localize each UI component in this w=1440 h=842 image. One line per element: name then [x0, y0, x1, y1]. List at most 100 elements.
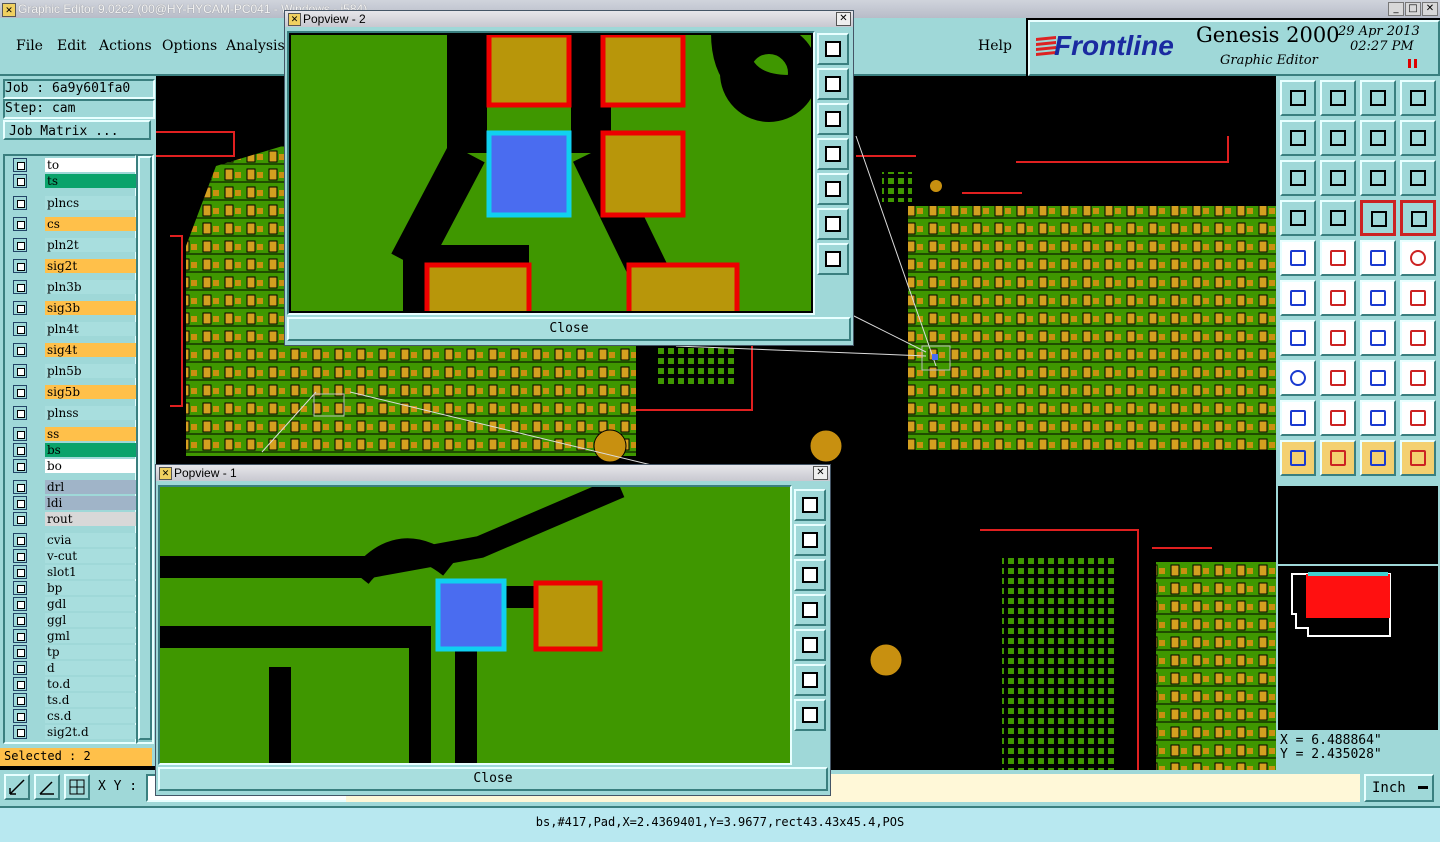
toolbar-button-route[interactable] — [1400, 440, 1436, 476]
toolbar-button-undo[interactable] — [1360, 120, 1396, 156]
layer-row-ts[interactable]: ts — [13, 174, 137, 188]
layer-row-ss[interactable]: ss — [13, 427, 137, 441]
toolbar-button-measure[interactable] — [1360, 240, 1396, 276]
layer-row-gdl[interactable]: gdl — [13, 597, 137, 611]
toolbar-button-arc[interactable] — [1360, 320, 1396, 356]
popview-2-tool-button-2[interactable] — [817, 68, 849, 100]
layer-checkbox[interactable] — [13, 496, 27, 510]
layer-checkbox[interactable] — [13, 406, 27, 420]
menu-analysis[interactable]: Analysis — [226, 38, 285, 54]
popview-2-tool-button-7[interactable] — [817, 243, 849, 275]
job-matrix-button[interactable]: Job Matrix ... — [3, 120, 151, 140]
layer-row-pln2t[interactable]: pln2t — [13, 238, 137, 252]
close-window-button[interactable]: ✕ — [1422, 2, 1438, 16]
layer-list-scrollbar[interactable] — [136, 154, 154, 744]
layer-row-pln4t[interactable]: pln4t — [13, 322, 137, 336]
popview-2-tool-button-5[interactable] — [817, 173, 849, 205]
toolbar-button-arch[interactable] — [1320, 400, 1356, 436]
toolbar-button-net[interactable] — [1280, 280, 1316, 316]
layer-checkbox[interactable] — [13, 677, 27, 691]
menu-file[interactable]: File — [16, 38, 43, 54]
toolbar-button-zoom-back[interactable] — [1280, 120, 1316, 156]
layer-row-plncs[interactable]: plncs — [13, 196, 137, 210]
toolbar-button-select[interactable] — [1280, 440, 1316, 476]
layer-checkbox[interactable] — [13, 322, 27, 336]
maximize-button[interactable]: □ — [1405, 2, 1421, 16]
popview-2-tool-button-6[interactable] — [817, 208, 849, 240]
layer-row-bs[interactable]: bs — [13, 443, 137, 457]
layer-checkbox[interactable] — [13, 549, 27, 563]
layer-row-pln3b[interactable]: pln3b — [13, 280, 137, 294]
layer-row-bp[interactable]: bp — [13, 581, 137, 595]
layer-checkbox[interactable] — [13, 343, 27, 357]
toolbar-button-select3[interactable] — [1360, 440, 1396, 476]
toolbar-button-layer[interactable] — [1360, 200, 1396, 236]
layer-checkbox[interactable] — [13, 385, 27, 399]
toolbar-button-select2[interactable] — [1320, 440, 1356, 476]
toolbar-button-triangle[interactable] — [1280, 400, 1316, 436]
layer-row-drl[interactable]: drl — [13, 480, 137, 494]
popview-2-canvas[interactable] — [287, 31, 815, 315]
layer-row-to[interactable]: to — [13, 158, 137, 172]
toolbar-button-link[interactable] — [1360, 280, 1396, 316]
popview-1-close-icon[interactable]: ✕ — [813, 466, 828, 480]
selected-pad[interactable] — [435, 578, 507, 652]
toolbar-button-scale[interactable] — [1360, 160, 1396, 196]
layer-row-ggl[interactable]: ggl — [13, 613, 137, 627]
popview-1-tool-button-5[interactable] — [794, 629, 826, 661]
layer-row-tp[interactable]: tp — [13, 645, 137, 659]
layer-checkbox[interactable] — [13, 280, 27, 294]
layer-checkbox[interactable] — [13, 565, 27, 579]
layer-checkbox[interactable] — [13, 480, 27, 494]
layer-checkbox[interactable] — [13, 301, 27, 315]
layer-row-sig2t.d[interactable]: sig2t.d — [13, 725, 137, 739]
toolbar-button-window[interactable] — [1400, 80, 1436, 116]
layer-row-v-cut[interactable]: v-cut — [13, 549, 137, 563]
layer-row-sig3b[interactable]: sig3b — [13, 301, 137, 315]
layer-row-gml[interactable]: gml — [13, 629, 137, 643]
layer-checkbox[interactable] — [13, 459, 27, 473]
layer-checkbox[interactable] — [13, 512, 27, 526]
toolbar-button-arch2[interactable] — [1360, 400, 1396, 436]
toolbar-button-fit[interactable] — [1280, 160, 1316, 196]
popview-1-tool-button-1[interactable] — [794, 489, 826, 521]
popview-1-tool-button-3[interactable] — [794, 559, 826, 591]
popview-1-tool-button-6[interactable] — [794, 664, 826, 696]
measure-tool-button[interactable] — [34, 774, 60, 800]
layer-checkbox[interactable] — [13, 661, 27, 675]
toolbar-button-help[interactable] — [1400, 160, 1436, 196]
popview-2-close-icon[interactable]: ✕ — [836, 12, 851, 26]
layer-row-pln5b[interactable]: pln5b — [13, 364, 137, 378]
layer-checkbox[interactable] — [13, 238, 27, 252]
layer-row-cs.d[interactable]: cs.d — [13, 709, 137, 723]
toolbar-button-home[interactable] — [1360, 80, 1396, 116]
layer-checkbox[interactable] — [13, 581, 27, 595]
scroll-thumb[interactable] — [138, 156, 152, 740]
popview-2-tool-button-4[interactable] — [817, 138, 849, 170]
layer-checkbox[interactable] — [13, 709, 27, 723]
layer-checkbox[interactable] — [13, 196, 27, 210]
popview-2-tool-button-1[interactable] — [817, 33, 849, 65]
popview-1-close-button[interactable]: Close — [158, 767, 828, 791]
layer-checkbox[interactable] — [13, 174, 27, 188]
layer-checkbox[interactable] — [13, 645, 27, 659]
selected-pad[interactable] — [486, 130, 572, 218]
menu-help[interactable]: Help — [978, 38, 1012, 54]
layer-row-sig2t[interactable]: sig2t — [13, 259, 137, 273]
layer-row-bo[interactable]: bo — [13, 459, 137, 473]
minimize-button[interactable]: _ — [1388, 2, 1404, 16]
board-overview[interactable] — [1278, 566, 1438, 730]
toolbar-button-grid[interactable] — [1320, 200, 1356, 236]
layer-checkbox[interactable] — [13, 158, 27, 172]
toolbar-button-group[interactable] — [1400, 360, 1436, 396]
toolbar-button-cross[interactable] — [1320, 280, 1356, 316]
units-selector[interactable]: Inch — [1364, 774, 1434, 802]
layer-checkbox[interactable] — [13, 629, 27, 643]
layer-row-sig5b[interactable]: sig5b — [13, 385, 137, 399]
popview-1-canvas[interactable] — [158, 485, 792, 765]
toolbar-button-edit[interactable] — [1320, 240, 1356, 276]
layer-row-rout[interactable]: rout — [13, 512, 137, 526]
layer-row-cs[interactable]: cs — [13, 217, 137, 231]
toolbar-button-dim[interactable] — [1360, 360, 1396, 396]
layer-row-cvia[interactable]: cvia — [13, 533, 137, 547]
